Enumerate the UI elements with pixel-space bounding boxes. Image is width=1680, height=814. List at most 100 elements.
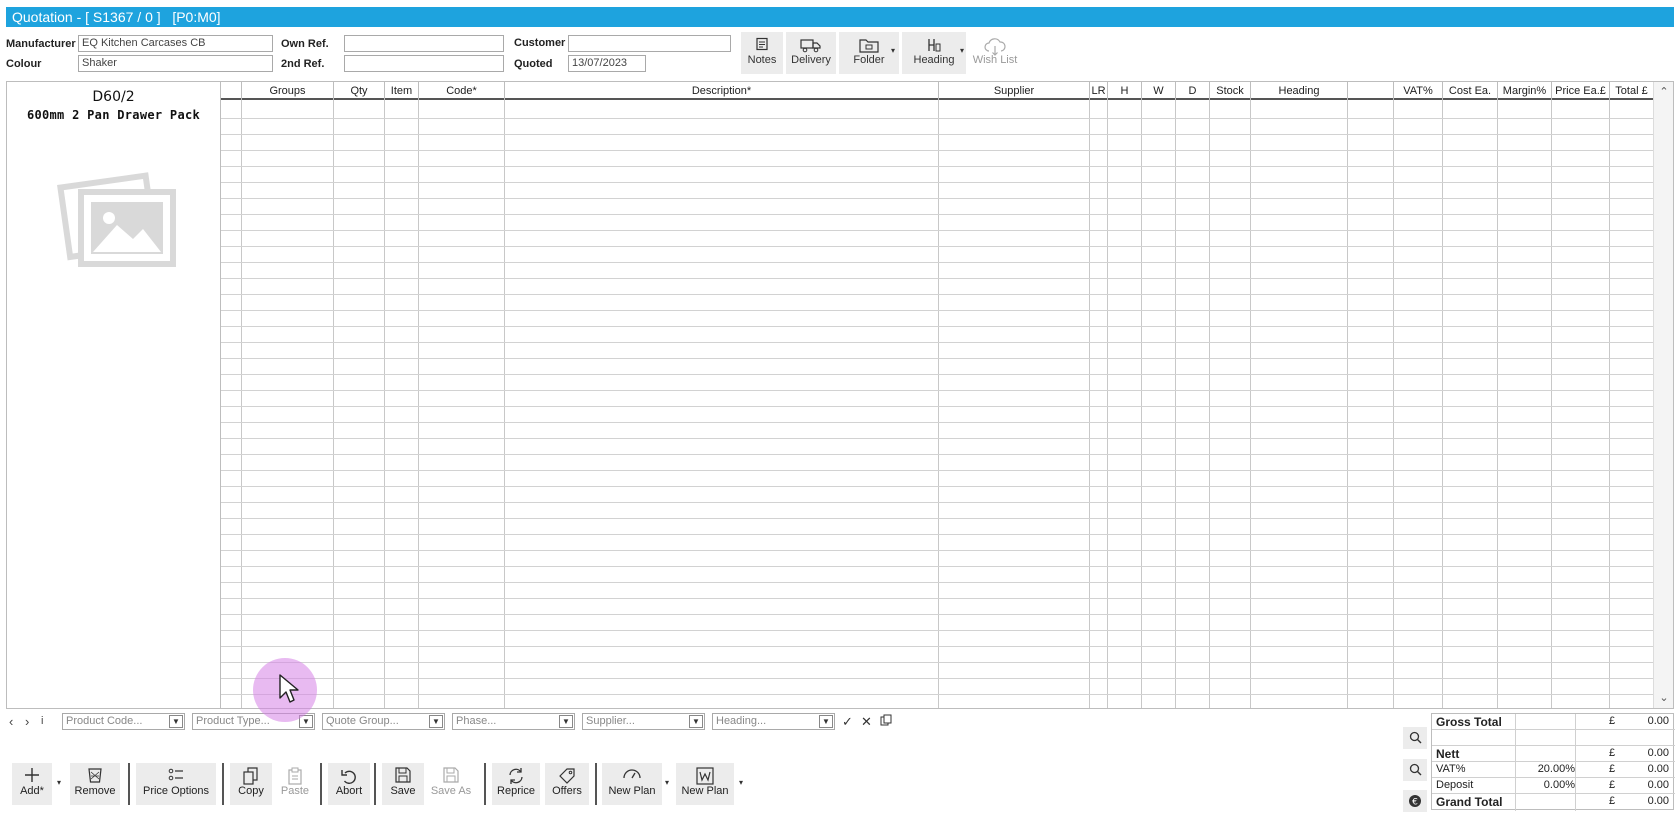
save-button[interactable]: Save [382, 763, 424, 805]
second-ref-field[interactable] [344, 55, 504, 72]
new-plan-button[interactable]: New Plan [602, 763, 662, 805]
wish-list-button[interactable]: Wish List [968, 32, 1022, 74]
new-plan-word-dropdown-caret-icon[interactable]: ▾ [739, 778, 743, 787]
quote-group-filter[interactable]: Quote Group... ▼ [322, 713, 445, 730]
supplier-filter[interactable]: Supplier... ▼ [582, 713, 705, 730]
chevron-down-icon[interactable]: ▼ [559, 715, 573, 728]
search-icon[interactable] [1403, 727, 1427, 749]
table-row-divider [221, 198, 1654, 199]
col-header-qty[interactable]: Qty [334, 82, 385, 100]
manufacturer-field[interactable]: EQ Kitchen Carcases CB [78, 35, 273, 52]
vat-rate[interactable]: 20.00% [1515, 763, 1575, 775]
col-header-supplier[interactable]: Supplier [939, 82, 1090, 100]
apply-filter-check-icon[interactable]: ✓ [842, 713, 853, 730]
notes-icon [741, 32, 783, 54]
euro-currency-icon[interactable]: € [1403, 790, 1427, 812]
table-row-divider [221, 326, 1654, 327]
grid-column-divider [1089, 100, 1090, 708]
add-button[interactable]: Add* [12, 763, 52, 805]
table-row-divider [221, 502, 1654, 503]
undo-icon [328, 763, 370, 785]
save-as-button[interactable]: Save As [426, 763, 476, 805]
chevron-down-icon[interactable]: ▼ [689, 715, 703, 728]
col-header-w[interactable]: W [1142, 82, 1176, 100]
notes-button[interactable]: Notes [741, 32, 783, 74]
new-plan-dropdown-caret-icon[interactable]: ▾ [665, 778, 669, 787]
remove-label: Remove [74, 785, 116, 797]
add-dropdown-caret-icon[interactable]: ▾ [57, 778, 61, 787]
chevron-down-icon[interactable]: ▼ [429, 715, 443, 728]
next-arrow-icon[interactable]: › [25, 713, 29, 730]
notes-label: Notes [747, 54, 777, 66]
table-row-divider [221, 598, 1654, 599]
folder-dropdown-caret-icon[interactable]: ▾ [891, 46, 895, 55]
clear-filter-close-icon[interactable]: ✕ [861, 713, 872, 730]
table-row-divider [221, 214, 1654, 215]
col-header-groups[interactable]: Groups [242, 82, 334, 100]
grid-column-divider [418, 100, 419, 708]
own-ref-field[interactable] [344, 35, 504, 52]
paste-clipboard-icon [274, 763, 316, 785]
heading-dropdown-caret-icon[interactable]: ▾ [960, 46, 964, 55]
reprice-button[interactable]: Reprice [492, 763, 540, 805]
col-header-h[interactable]: H [1108, 82, 1142, 100]
table-row-divider [221, 694, 1654, 695]
table-row-divider [221, 246, 1654, 247]
table-row-divider [221, 182, 1654, 183]
heading-button[interactable]: Heading ▾ [902, 32, 966, 74]
previous-arrow-icon[interactable]: ‹ [9, 713, 13, 730]
paste-button[interactable]: Paste [274, 763, 316, 805]
table-row-divider [221, 294, 1654, 295]
customer-field[interactable] [568, 35, 731, 52]
col-header-d[interactable]: D [1176, 82, 1210, 100]
abort-button[interactable]: Abort [328, 763, 370, 805]
price-options-button[interactable]: Price Options [136, 763, 216, 805]
col-header-lr[interactable]: LR [1090, 82, 1108, 100]
folder-button[interactable]: Folder ▾ [839, 32, 899, 74]
phase-filter[interactable]: Phase... ▼ [452, 713, 575, 730]
offers-button[interactable]: Offers [545, 763, 589, 805]
col-header-item[interactable]: Item [385, 82, 419, 100]
col-header-stock[interactable]: Stock [1210, 82, 1251, 100]
table-row-divider [221, 678, 1654, 679]
col-header-total[interactable]: Total £ [1610, 82, 1654, 100]
chevron-down-icon[interactable]: ▼ [169, 715, 183, 728]
quoted-date-field[interactable]: 13/07/2023 [568, 55, 646, 72]
new-plan-word-button[interactable]: New Plan [676, 763, 734, 805]
copy-filter-icon[interactable] [880, 713, 892, 730]
col-header-heading[interactable]: Heading [1251, 82, 1348, 100]
product-description: 600mm 2 Pan Drawer Pack [26, 108, 201, 122]
grid-vertical-scrollbar[interactable]: ⌃ ⌄ [1653, 82, 1673, 708]
table-row-divider [221, 150, 1654, 151]
col-header-blank[interactable] [1348, 82, 1394, 100]
deposit-rate[interactable]: 0.00% [1515, 779, 1575, 791]
chevron-down-icon[interactable]: ▼ [819, 715, 833, 728]
table-row-divider [221, 486, 1654, 487]
search-icon[interactable] [1403, 759, 1427, 781]
col-header-code[interactable]: Code* [419, 82, 505, 100]
col-header-vat[interactable]: VAT% [1394, 82, 1443, 100]
col-header-price-each[interactable]: Price Ea.£ [1552, 82, 1610, 100]
heading-filter-placeholder: Heading... [716, 715, 767, 727]
phase-filter-placeholder: Phase... [456, 715, 497, 727]
col-header-description[interactable]: Description* [505, 82, 939, 100]
col-header-cost-each[interactable]: Cost Ea. [1443, 82, 1498, 100]
table-row-divider [221, 614, 1654, 615]
colour-field[interactable]: Shaker [78, 55, 273, 72]
copy-button[interactable]: Copy [230, 763, 272, 805]
product-code-filter[interactable]: Product Code... ▼ [62, 713, 185, 730]
table-row-divider [221, 470, 1654, 471]
quotation-lines-grid[interactable]: Groups Qty Item Code* Description* Suppl… [220, 81, 1674, 709]
grid-column-divider [1347, 100, 1348, 708]
heading-filter[interactable]: Heading... ▼ [712, 713, 835, 730]
col-header-margin[interactable]: Margin% [1498, 82, 1552, 100]
delivery-button[interactable]: Delivery [786, 32, 836, 74]
table-row-divider [221, 262, 1654, 263]
second-ref-label: 2nd Ref. [281, 58, 325, 70]
deposit-value: 0.00 [1647, 779, 1669, 791]
scroll-up-icon[interactable]: ⌃ [1654, 84, 1673, 100]
remove-button[interactable]: Remove [70, 763, 120, 805]
info-icon[interactable]: i [41, 713, 43, 730]
scroll-down-icon[interactable]: ⌄ [1654, 690, 1673, 706]
quoted-label: Quoted [514, 58, 553, 70]
